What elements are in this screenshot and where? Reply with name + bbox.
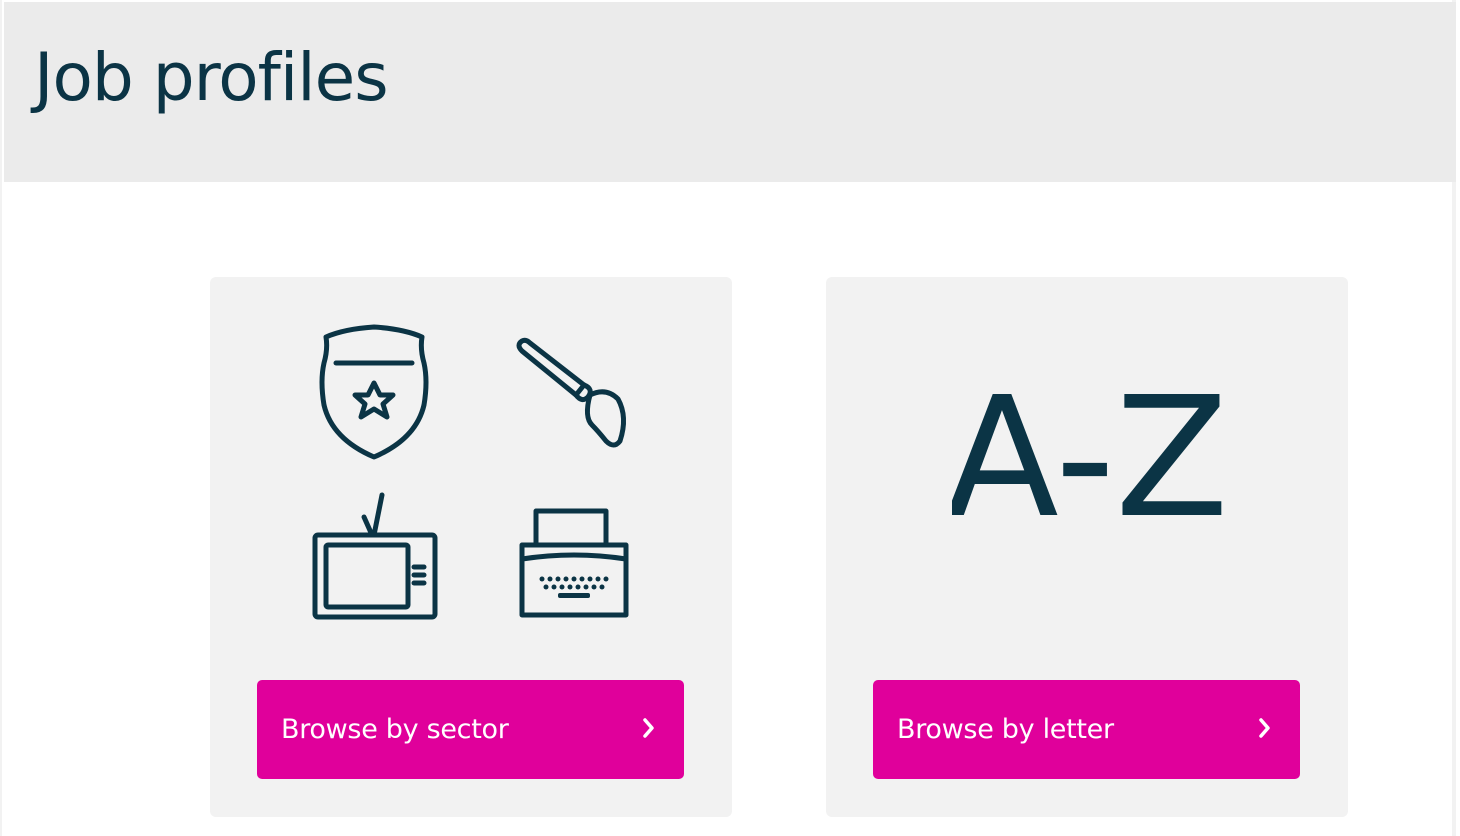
browse-by-letter-button[interactable]: Browse by letter — [873, 680, 1300, 779]
a-to-z-graphic-svg: A-Z — [945, 362, 1229, 555]
browse-by-sector-label: Browse by sector — [281, 714, 509, 745]
police-badge-icon — [319, 324, 429, 460]
paintbrush-icon — [516, 337, 626, 448]
a-to-z-text: A-Z — [952, 387, 1222, 527]
typewriter-icon — [519, 508, 629, 618]
television-icon — [312, 492, 438, 620]
chevron-right-icon — [643, 718, 654, 738]
browse-by-sector-button[interactable]: Browse by sector — [257, 680, 684, 779]
a-to-z-graphic: A-Z — [826, 362, 1348, 555]
browse-by-sector-card: Browse by sector — [210, 277, 732, 817]
page: Job profiles Browse by sector A-Z Browse… — [0, 0, 1456, 836]
chevron-right-icon — [1259, 718, 1270, 738]
page-header: Job profiles — [4, 2, 1456, 182]
browse-by-letter-card: A-Z Browse by letter — [826, 277, 1348, 817]
browse-by-letter-label: Browse by letter — [897, 714, 1114, 745]
page-title: Job profiles — [34, 39, 389, 116]
